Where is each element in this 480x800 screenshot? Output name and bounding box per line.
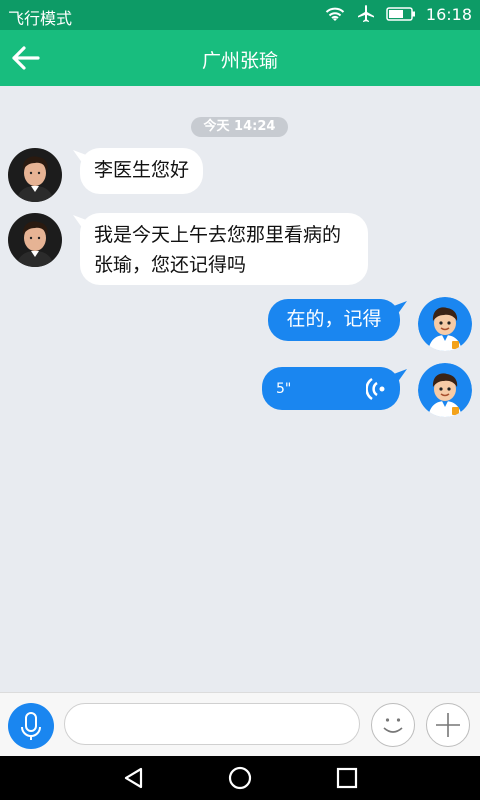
patient-avatar[interactable] bbox=[8, 148, 62, 202]
carrier-label: 飞行模式 bbox=[8, 9, 73, 28]
status-time: 16:18 bbox=[425, 4, 472, 24]
voice-message-bubble[interactable]: 5" bbox=[262, 367, 407, 410]
nav-home-icon[interactable] bbox=[226, 764, 254, 792]
emoji-icon bbox=[383, 718, 403, 733]
message-text: 在的，记得 bbox=[286, 308, 382, 330]
bubble-tail bbox=[73, 215, 89, 229]
message-text: 李医生您好 bbox=[94, 159, 190, 181]
plus-button[interactable] bbox=[426, 703, 470, 747]
bubble-tail bbox=[391, 301, 407, 315]
bubble-tail bbox=[73, 150, 89, 164]
chat-area[interactable]: 今天 14:24 李医生您好 我是今天上午去您那里看病的张瑜，您还记得吗 在的，… bbox=[0, 86, 480, 692]
page-title: 广州张瑜 bbox=[201, 50, 278, 72]
doctor-avatar[interactable] bbox=[418, 363, 472, 417]
message-bubble-outgoing[interactable]: 在的，记得 bbox=[268, 299, 407, 341]
nav-recents-icon[interactable] bbox=[333, 764, 361, 792]
mic-icon bbox=[21, 712, 41, 740]
nav-back-icon[interactable] bbox=[120, 764, 148, 792]
status-bar: 飞行模式 16:18 bbox=[0, 0, 480, 30]
voice-duration: 5" bbox=[276, 381, 292, 397]
battery-icon bbox=[386, 7, 415, 21]
patient-avatar[interactable] bbox=[8, 213, 62, 267]
input-bar bbox=[0, 692, 480, 756]
chat-timestamp: 今天 14:24 bbox=[191, 117, 288, 137]
bubble-tail bbox=[391, 369, 407, 383]
message-bubble-incoming[interactable]: 我是今天上午去您那里看病的张瑜，您还记得吗 bbox=[73, 213, 368, 285]
voice-wave-icon bbox=[366, 377, 385, 401]
message-bubble-incoming[interactable]: 李医生您好 bbox=[73, 148, 204, 194]
wifi-icon bbox=[325, 7, 345, 21]
header: 广州张瑜 bbox=[0, 30, 480, 86]
plus-icon bbox=[436, 713, 460, 737]
voice-input-button[interactable] bbox=[8, 703, 54, 749]
emoji-button[interactable] bbox=[371, 703, 415, 747]
status-icons: 16:18 bbox=[324, 4, 472, 24]
message-text: 我是今天上午去您那里看病的张瑜，您还记得吗 bbox=[94, 224, 342, 276]
system-nav-bar bbox=[0, 756, 480, 800]
airplane-icon bbox=[357, 5, 374, 22]
doctor-avatar[interactable] bbox=[418, 297, 472, 351]
message-input[interactable] bbox=[64, 703, 360, 745]
